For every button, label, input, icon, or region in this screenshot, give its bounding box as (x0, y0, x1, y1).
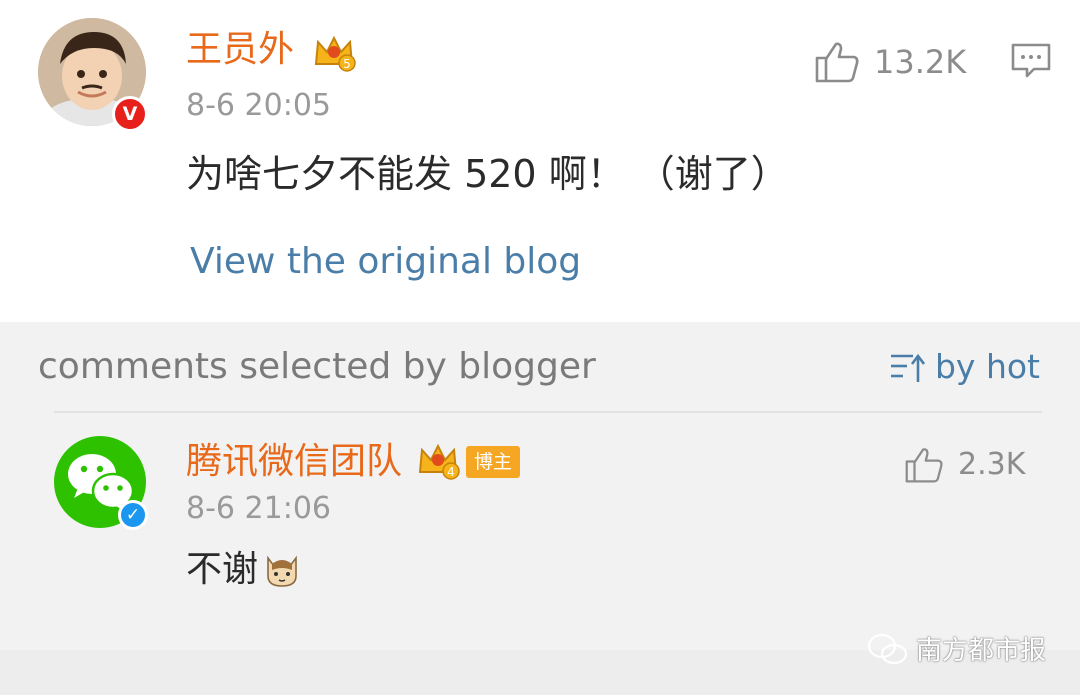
post-card: V 王员外 5 8-6 20:05 13.2K 为啥七夕不能发 520 啊！ （… (0, 0, 1080, 322)
watermark-text: 南方都市报 (915, 636, 1046, 666)
crown-level: 5 (343, 57, 351, 71)
comment-icon[interactable] (1010, 42, 1052, 80)
post-timestamp: 8-6 20:05 (186, 88, 331, 123)
comment-like-button[interactable]: 2.3K (904, 446, 1025, 484)
crown-icon: 5 (314, 35, 356, 72)
cat-emoji-icon (267, 555, 297, 587)
verified-badge: ✓ (118, 500, 148, 530)
role-tag: 博主 (466, 446, 520, 478)
comment-author-name[interactable]: 腾讯微信团队 (186, 442, 402, 482)
comment-text: 不谢 (186, 549, 259, 590)
like-icon (815, 42, 859, 83)
like-count: 13.2K (874, 43, 967, 81)
post-body: 为啥七夕不能发 520 啊！ （谢了） (186, 152, 789, 196)
crown-icon: 4 (418, 443, 460, 480)
author-avatar-container[interactable]: V (38, 18, 150, 132)
sort-by-hot-button[interactable]: by hot (889, 344, 1040, 390)
view-original-link[interactable]: View the original blog (190, 238, 581, 286)
comment-like-count: 2.3K (958, 447, 1026, 482)
comments-section-title: comments selected by blogger (38, 346, 596, 387)
like-button[interactable]: 13.2K (814, 40, 966, 84)
comment-timestamp: 8-6 21:06 (186, 491, 331, 526)
watermark: 南方都市报 (866, 630, 1046, 667)
like-icon (905, 448, 943, 483)
sort-label: by hot (934, 347, 1040, 386)
sort-icon (890, 353, 925, 382)
wechat-watermark-icon (867, 633, 908, 664)
author-name[interactable]: 王员外 (186, 30, 294, 70)
verified-badge: V (112, 96, 148, 132)
divider (54, 411, 1042, 413)
comment-body: 不谢 (186, 546, 302, 594)
crown-level: 4 (447, 465, 455, 479)
